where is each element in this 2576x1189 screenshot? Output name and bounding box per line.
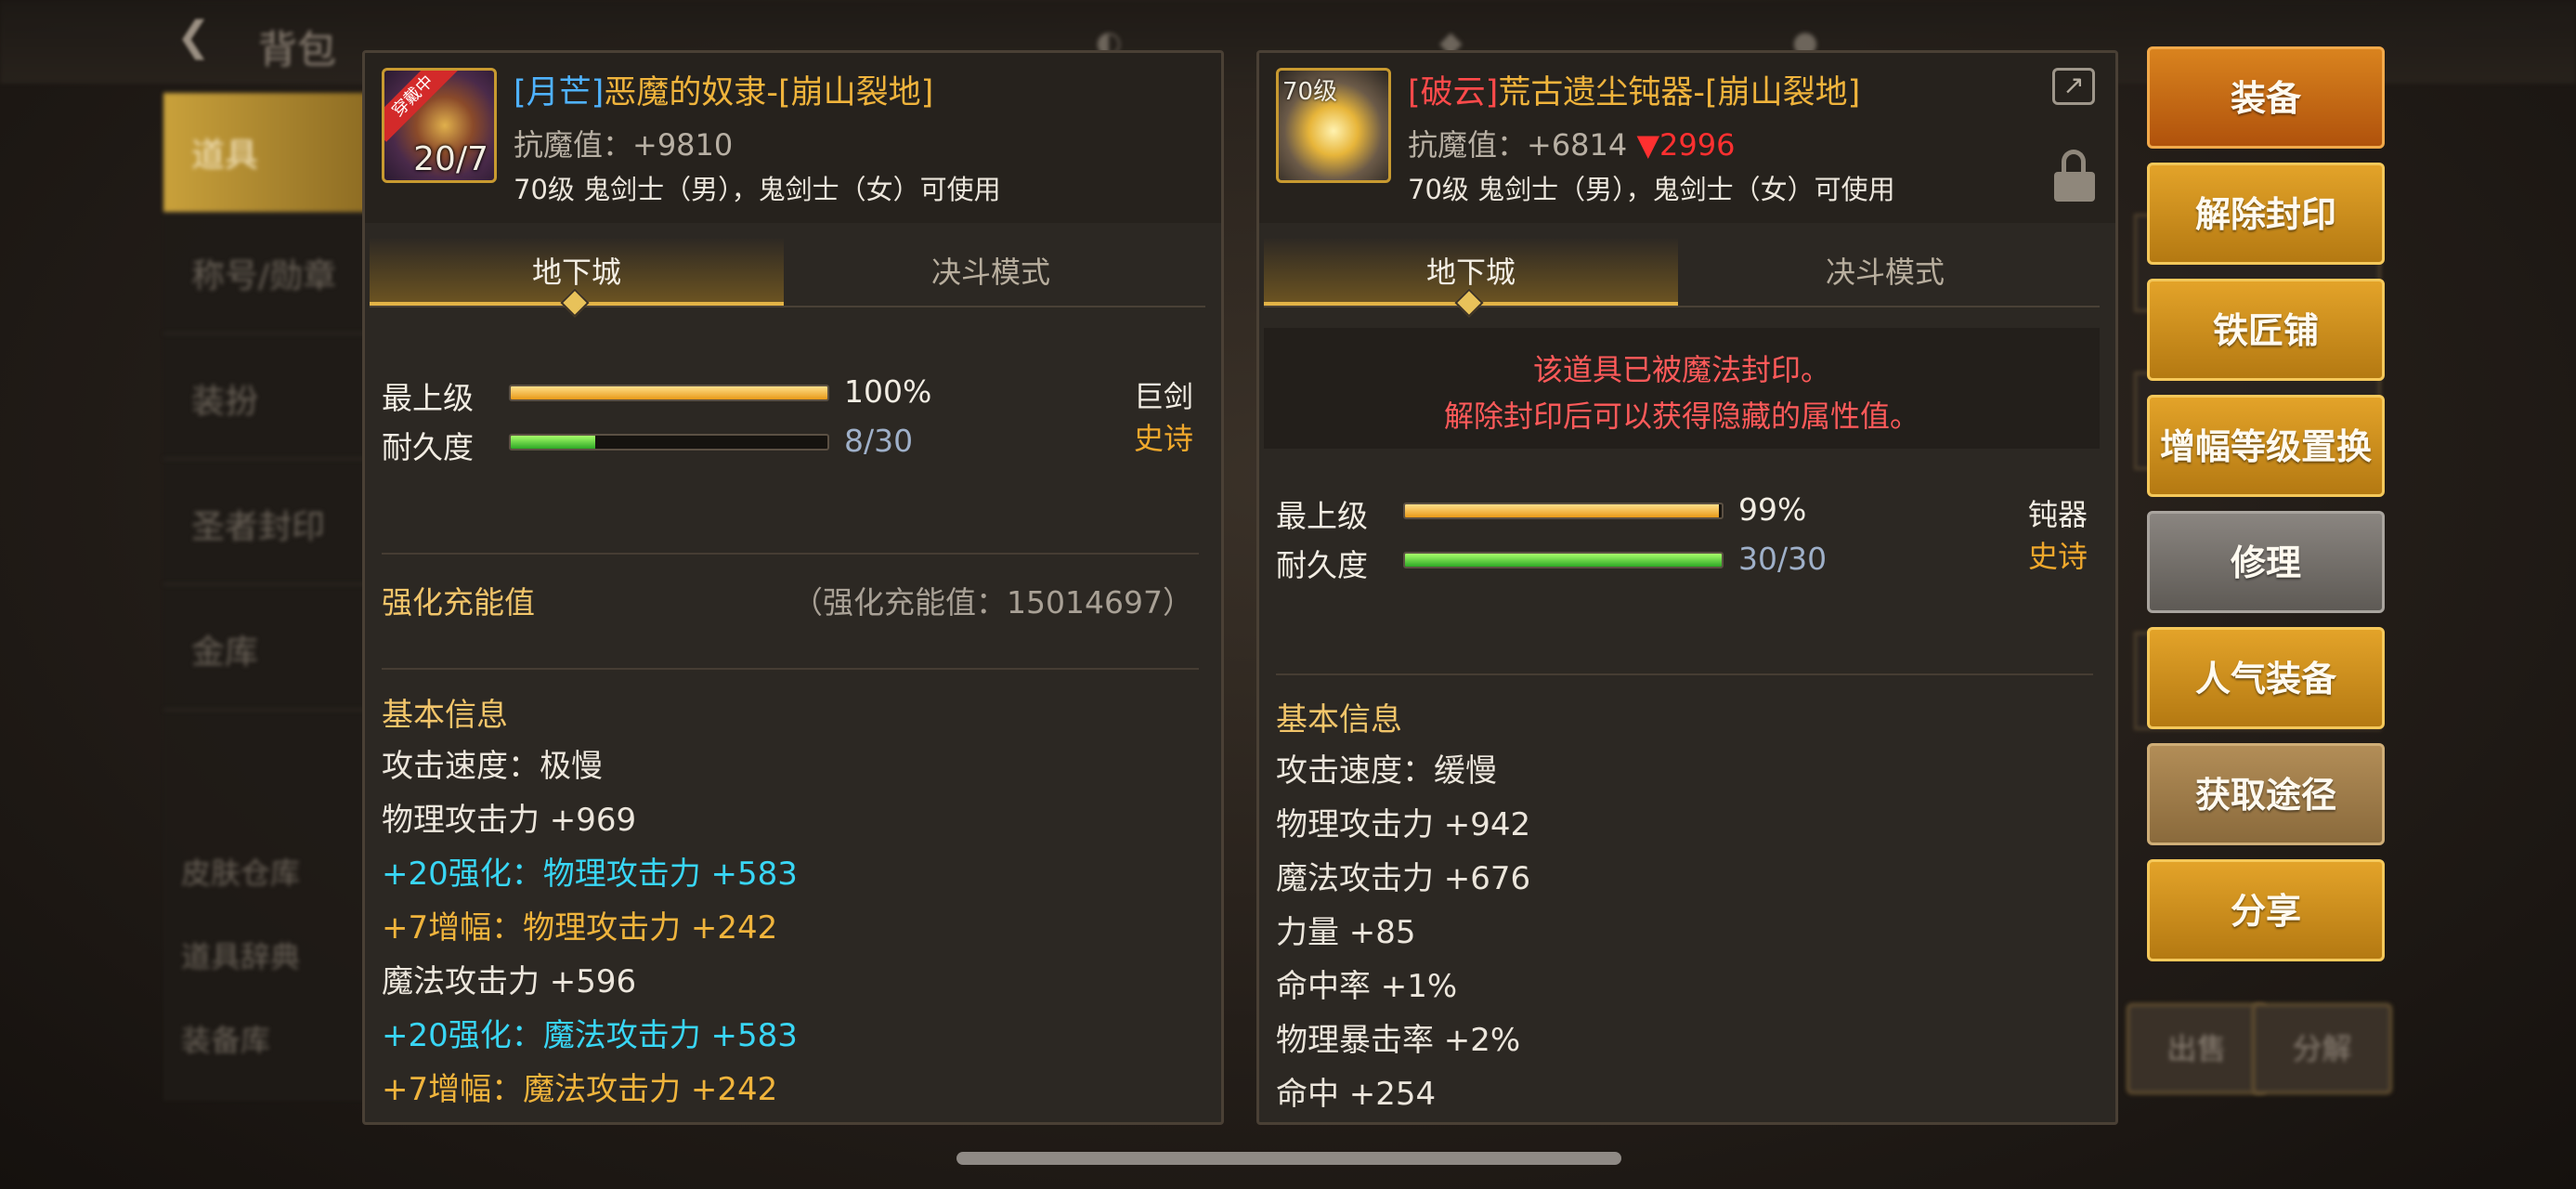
divider: [1276, 673, 2093, 675]
stat-line: 命中率 +1%: [1276, 968, 1458, 1005]
item-name-main: 荒古遗尘钝器-[崩山裂地]: [1498, 74, 1861, 111]
popular-gear-button[interactable]: 人气装备: [2147, 627, 2385, 729]
blacksmith-button[interactable]: 铁匠铺: [2147, 279, 2385, 381]
item-level: 70级: [1282, 78, 1338, 106]
basic-info-title: 基本信息: [1276, 701, 1402, 738]
grade-value: 100%: [844, 373, 932, 410]
rarity: 史诗: [1133, 421, 1193, 456]
stat-line: 魔法攻击力 +676: [1276, 860, 1531, 897]
sidebar-item-vault[interactable]: 金库: [163, 590, 377, 711]
item-icon[interactable]: 穿戴中 20/7: [382, 68, 497, 183]
item-name-prefix: [月芒]: [514, 74, 605, 111]
lock-body: [2054, 172, 2095, 202]
back-arrow-icon[interactable]: ❮: [176, 13, 211, 60]
grade-label: 最上级: [382, 380, 474, 416]
lock-icon[interactable]: [2054, 150, 2095, 202]
stat-line: 魔法攻击力 +596: [382, 963, 637, 1000]
disassemble-button[interactable]: 分解: [2252, 1003, 2392, 1094]
durability-value: 30/30: [1738, 541, 1828, 577]
seal-notice-line1: 该道具已被魔法封印。: [1532, 352, 1830, 387]
share-button[interactable]: 分享: [2147, 859, 2385, 961]
equip-button[interactable]: 装备: [2147, 46, 2385, 149]
durability-label: 耐久度: [382, 429, 474, 465]
inventory-title: 背包: [258, 27, 337, 72]
stat-line: 物理暴击率 +2%: [1276, 1022, 1521, 1059]
charge-value: （强化充能值：15014697）: [792, 584, 1193, 621]
usable-classes: 70级 鬼剑士（男），鬼剑士（女）可使用: [1408, 174, 1895, 205]
mode-tabs: 地下城 决斗模式: [1264, 239, 2100, 318]
item-enhance-level: 20/7: [413, 140, 488, 178]
durability-value: 8/30: [844, 423, 914, 459]
stat-line: 攻击速度：极慢: [382, 748, 603, 785]
stat-line: 命中 +254: [1276, 1076, 1437, 1113]
divider: [382, 553, 1199, 555]
stat-line: 物理攻击力 +969: [382, 802, 637, 839]
sidebar-lower-equipment[interactable]: 装备库: [181, 1017, 270, 1060]
charge-label: 强化充能值: [382, 584, 535, 621]
stat-line: 物理攻击力 +942: [1276, 806, 1531, 843]
sidebar-item-titles[interactable]: 称号/勋章: [163, 214, 377, 334]
acquire-route-button[interactable]: 获取途径: [2147, 743, 2385, 845]
sidebar-item-seal[interactable]: 圣者封印: [163, 464, 377, 585]
anti-magic-value: 抗魔值：+6814 ▼2996: [1408, 122, 1735, 164]
sidebar-item-avatar[interactable]: 装扮: [163, 339, 377, 460]
equipped-badge: 穿戴中: [384, 71, 459, 142]
weapon-type: 巨剑: [1133, 379, 1193, 414]
seal-notice-line2: 解除封印后可以获得隐藏的属性值。: [1443, 399, 1919, 434]
sell-button[interactable]: 出售: [2127, 1003, 2267, 1094]
grade-bar: [1403, 503, 1724, 519]
anti-magic-diff: ▼2996: [1636, 127, 1736, 163]
tab-pvp[interactable]: 决斗模式: [1678, 239, 2092, 306]
item-icon[interactable]: 70级: [1276, 68, 1391, 183]
grade-label: 最上级: [1276, 498, 1368, 534]
item-name-main: 恶魔的奴隶-[崩山裂地]: [604, 74, 934, 111]
share-icon[interactable]: ↗: [2052, 68, 2095, 105]
home-indicator[interactable]: [956, 1152, 1621, 1165]
item-name-prefix: [破云]: [1408, 74, 1499, 111]
item-name: [破云]荒古遗尘钝器-[崩山裂地]: [1408, 66, 1860, 113]
seal-notice: 该道具已被魔法封印。 解除封印后可以获得隐藏的属性值。: [1264, 328, 2100, 449]
mode-tabs: 地下城 决斗模式: [370, 239, 1205, 318]
anti-magic-text: 抗魔值：+6814: [1408, 127, 1628, 163]
item-header: 穿戴中 20/7 [月芒]恶魔的奴隶-[崩山裂地] 抗魔值：+9810 70级 …: [365, 53, 1221, 223]
durability-bar: [509, 434, 829, 451]
grade-bar: [509, 385, 829, 401]
amplify-transfer-button[interactable]: 增幅等级置换: [2147, 395, 2385, 497]
item-header: 70级 [破云]荒古遗尘钝器-[崩山裂地] 抗魔值：+6814 ▼2996 70…: [1259, 53, 2115, 223]
usable-classes: 70级 鬼剑士（男），鬼剑士（女）可使用: [514, 174, 1001, 205]
equipped-item-panel: 穿戴中 20/7 [月芒]恶魔的奴隶-[崩山裂地] 抗魔值：+9810 70级 …: [362, 50, 1224, 1125]
rarity: 史诗: [2027, 539, 2088, 574]
anti-magic-value: 抗魔值：+9810: [514, 127, 734, 163]
stat-line: +20强化：物理攻击力 +583: [382, 856, 798, 893]
repair-button[interactable]: 修理: [2147, 511, 2385, 613]
stat-line: +7增幅：魔法攻击力 +242: [382, 1071, 778, 1108]
unseal-button[interactable]: 解除封印: [2147, 163, 2385, 265]
weapon-type: 钝器: [2027, 497, 2088, 532]
basic-info-title: 基本信息: [382, 697, 508, 734]
durability-bar: [1403, 552, 1724, 568]
divider: [382, 668, 1199, 670]
stat-line: +7增幅：物理攻击力 +242: [382, 909, 778, 947]
grade-bar-fill: [511, 386, 827, 399]
item-name: [月芒]恶魔的奴隶-[崩山裂地]: [514, 66, 933, 113]
stat-line: 攻击速度：缓慢: [1276, 752, 1497, 790]
compared-item-panel: 70级 [破云]荒古遗尘钝器-[崩山裂地] 抗魔值：+6814 ▼2996 70…: [1256, 50, 2118, 1125]
durability-bar-fill: [1405, 554, 1722, 567]
grade-value: 99%: [1738, 491, 1807, 528]
stat-line: 力量 +85: [1276, 914, 1416, 951]
sidebar-lower-skin[interactable]: 皮肤仓库: [181, 850, 300, 893]
durability-bar-fill: [511, 436, 595, 449]
sidebar-lower-dictionary[interactable]: 道具辞典: [181, 934, 300, 976]
grade-bar-fill: [1405, 504, 1719, 517]
durability-label: 耐久度: [1276, 547, 1368, 583]
sidebar-item-items[interactable]: 道具: [163, 93, 377, 214]
tab-pvp[interactable]: 决斗模式: [784, 239, 1198, 306]
stat-line: +20强化：魔法攻击力 +583: [382, 1017, 798, 1054]
